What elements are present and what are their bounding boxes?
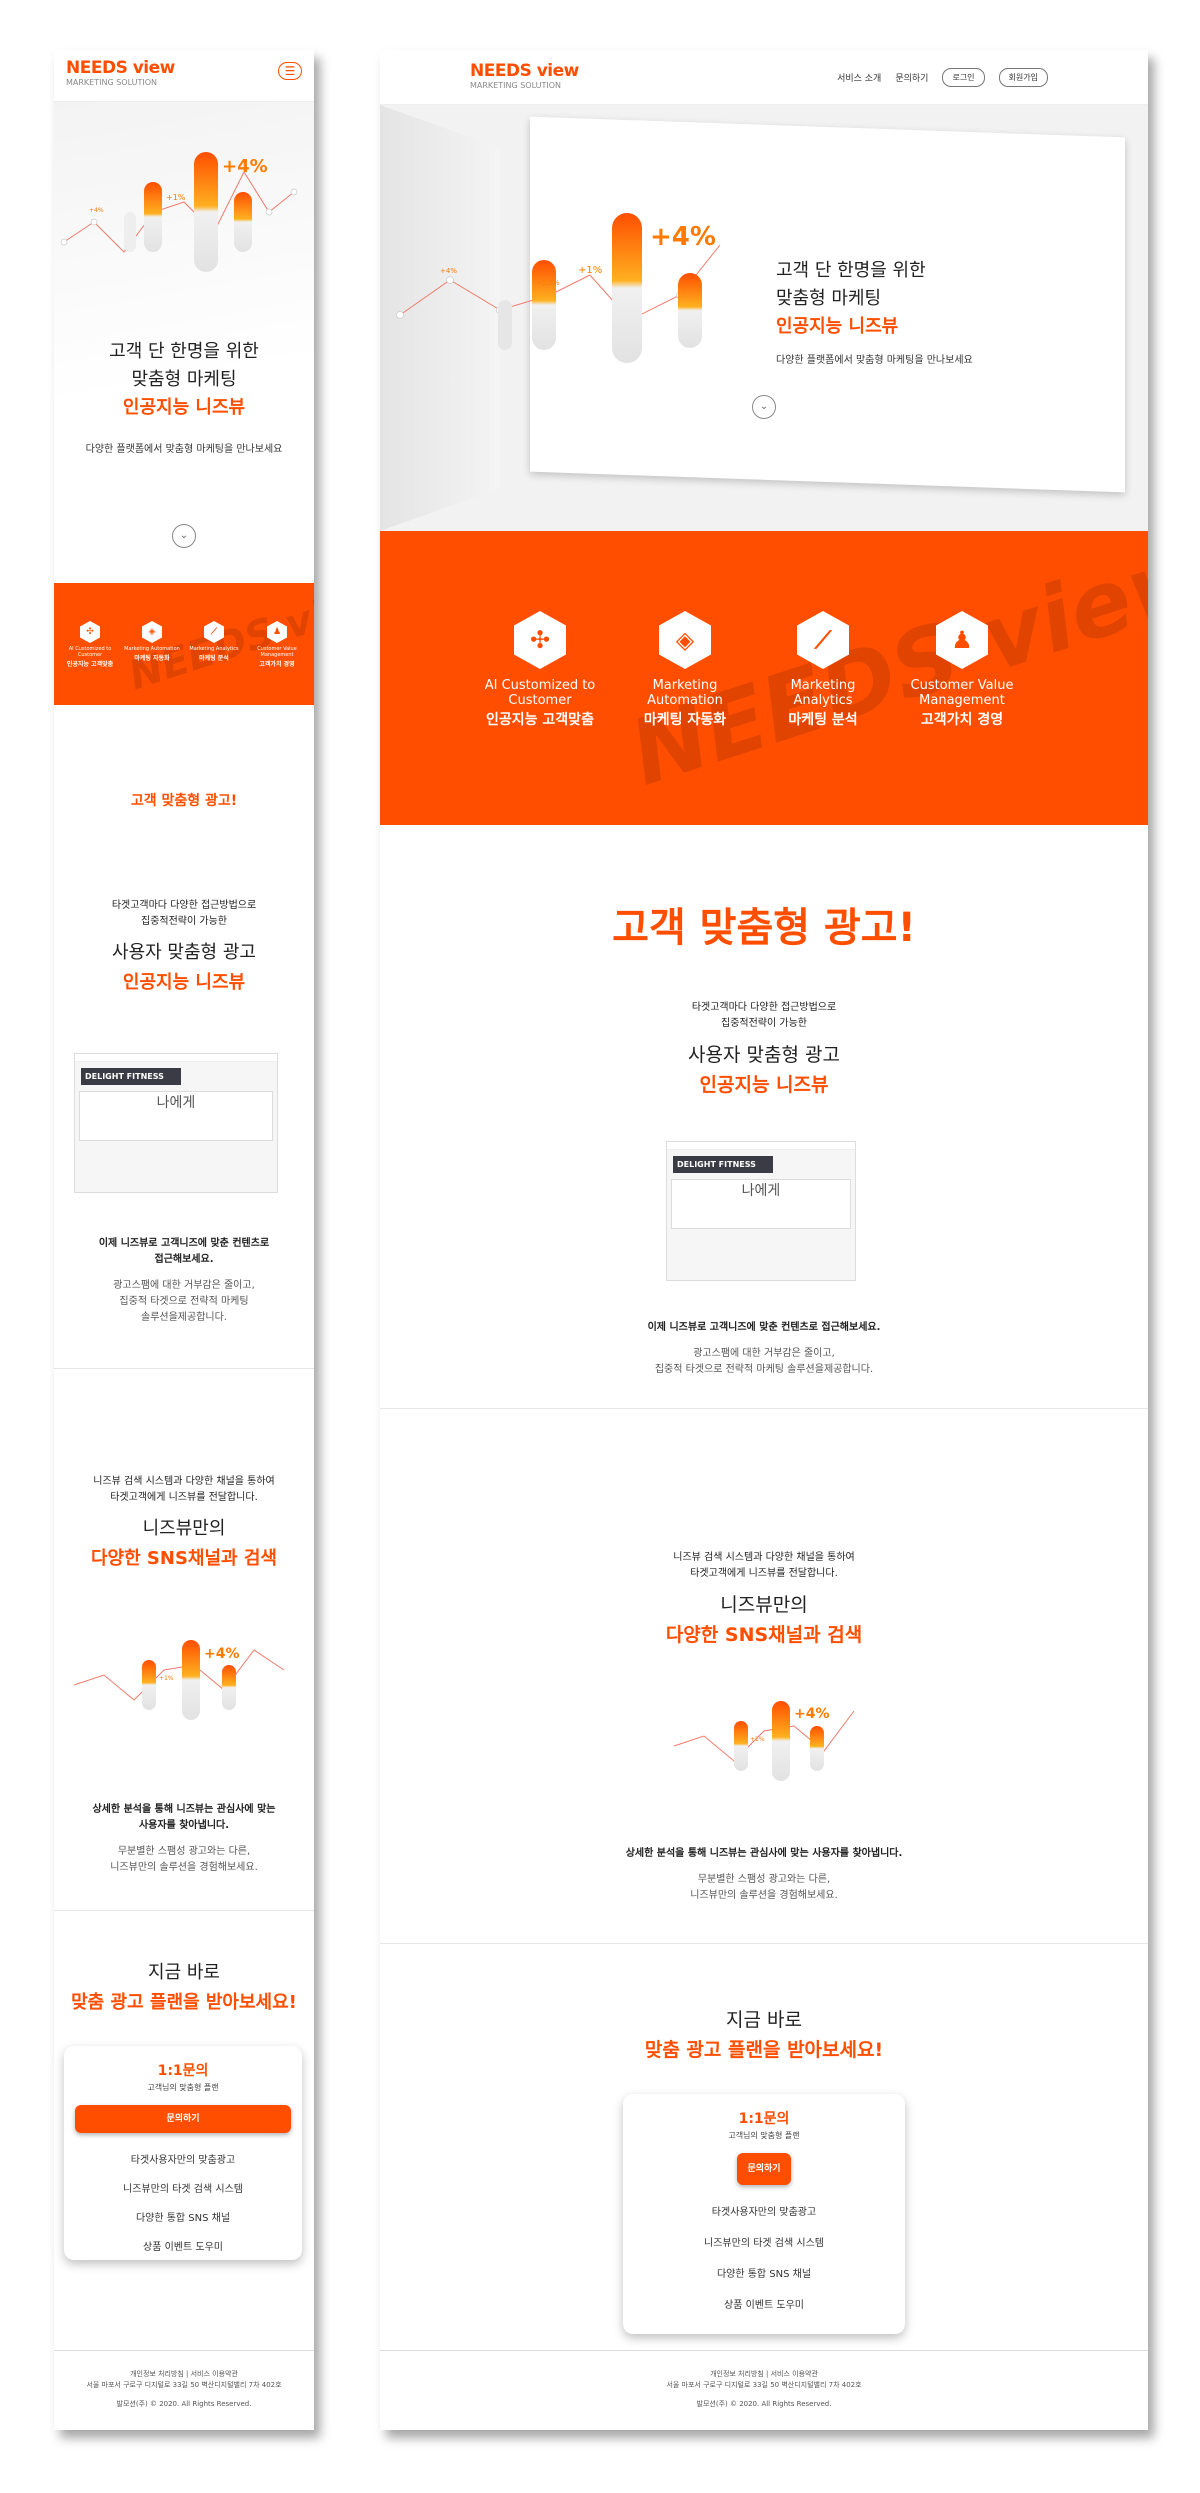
- inquiry-card: 1:1문의 고객님의 맞춤형 플랜 문의하기 타겟사용자만의 맞춤광고 니즈뷰만…: [64, 2046, 302, 2260]
- svg-text:+4%: +4%: [204, 1646, 240, 1662]
- sns-growth-graphic: +4% +1%: [73, 1640, 285, 1720]
- shopping-bag-icon: ◈: [659, 611, 711, 669]
- footer-links[interactable]: 개인정보 처리방침 | 서비스 이용약관: [54, 2369, 314, 2380]
- inquiry-button[interactable]: 문의하기: [75, 2105, 291, 2133]
- logo-tagline: MARKETING SOLUTION: [66, 78, 158, 87]
- list-item: 타겟사용자만의 맞춤광고: [130, 2155, 236, 2166]
- customer-value-icon: ♟: [936, 611, 988, 669]
- nav-contact[interactable]: 문의하기: [895, 71, 928, 84]
- desktop-header: NEEDS view MARKETING SOLUTION 서비스 소개 문의하기…: [380, 50, 1148, 105]
- svg-text:+1%: +1%: [159, 1675, 174, 1682]
- list-item: 니즈뷰만의 타겟 검색 시스템: [704, 2238, 824, 2249]
- footer-links[interactable]: 개인정보 처리방침 | 서비스 이용약관: [380, 2369, 1148, 2380]
- divider: [380, 1943, 1148, 1944]
- menu-icon[interactable]: ☰: [278, 62, 302, 80]
- divider: [54, 1368, 314, 1369]
- list-item: 상품 이벤트 도우미: [143, 2242, 223, 2253]
- section1-heading: 고객 맞춤형 광고!: [612, 905, 916, 951]
- list-item: 상품 이벤트 도우미: [724, 2300, 804, 2311]
- ad-mockup-image: DELIGHT FITNESS 나에게: [74, 1053, 278, 1193]
- feature-4: ♟ Customer Value Management 고객가치 경영: [246, 621, 308, 668]
- inquiry-card: 1:1문의 고객님의 맞춤형 플랜 문의하기 타겟사용자만의 맞춤광고 니즈뷰만…: [623, 2094, 905, 2334]
- list-item: 다양한 통합 SNS 채널: [716, 2269, 812, 2280]
- section2-desc: 상세한 분석을 통해 니즈뷰는 관심사에 맞는 사용자를 찾아냅니다. 무분별한…: [625, 1848, 903, 1901]
- login-button[interactable]: 로그인: [942, 68, 985, 87]
- svg-text:+4%: +4%: [440, 267, 457, 275]
- shopping-bag-icon: ◈: [142, 621, 162, 643]
- section2-intro: 니즈뷰 검색 시스템과 다양한 채널을 통하여 타겟고객에게 니즈뷰를 전달합니…: [665, 1552, 863, 1646]
- sns-growth-graphic: +4% +1%: [673, 1701, 855, 1781]
- customer-value-icon: ♟: [267, 621, 287, 643]
- svg-text:+1%: +1%: [578, 265, 602, 276]
- nav-about[interactable]: 서비스 소개: [837, 71, 881, 84]
- footer: 개인정보 처리방침 | 서비스 이용약관 서울 마포서 구로구 디지털로 33길…: [54, 2350, 314, 2410]
- section1-intro: 타겟고객마다 다양한 접근방법으로 집중적전략이 가능한 사용자 맞춤형 광고 …: [111, 900, 257, 993]
- divider: [380, 1408, 1148, 1409]
- hero-subtitle: 다양한 플랫폼에서 맞춤형 마케팅을 만나보세요: [85, 444, 283, 455]
- svg-text:+1%: +1%: [166, 193, 186, 202]
- mobile-header: NEEDS view MARKETING SOLUTION ☰: [54, 50, 314, 102]
- cta-heading: 지금 바로 맞춤 광고 플랜을 받아보세요!: [71, 1962, 297, 2013]
- scroll-down-icon[interactable]: ⌄: [172, 524, 196, 548]
- hero-percent: +4%: [222, 156, 268, 177]
- features-band: NEEDS view ✣ AI Customized to Customer 인…: [54, 583, 314, 705]
- hero-percent: +4%: [650, 222, 716, 252]
- analytics-bag-icon: ⟋: [204, 621, 224, 643]
- footer-address: 서울 마포서 구로구 디지털로 33길 50 벽산디지털밸리 7차 402호: [86, 2381, 282, 2389]
- list-item: 다양한 통합 SNS 채널: [135, 2213, 231, 2224]
- list-item: 니즈뷰만의 타겟 검색 시스템: [123, 2184, 243, 2195]
- top-nav: 서비스 소개 문의하기 로그인 회원가입: [837, 68, 1048, 87]
- svg-text:+1%: +1%: [750, 1736, 765, 1743]
- feature-1: ✣ AI Customized to Customer 인공지능 고객맞춤: [60, 621, 120, 668]
- section1-desc: 이제 니즈뷰로 고객니즈에 맞춘 컨텐츠로 접근해보세요. 광고스팸에 대한 거…: [647, 1322, 881, 1375]
- hero-section: +4% +1% +4% 고객 단 한명을 위한 맞춤형 마케팅 인공지능 니즈뷰…: [54, 102, 314, 562]
- feature-2: ◈ Marketing Automation 마케팅 자동화: [630, 611, 740, 729]
- footer: 개인정보 처리방침 | 서비스 이용약관 서울 마포서 구로구 디지털로 33길…: [380, 2350, 1148, 2410]
- svg-text:+4%: +4%: [794, 1706, 830, 1722]
- feature-1: ✣ AI Customized to Customer 인공지능 고객맞춤: [480, 611, 600, 729]
- logo[interactable]: NEEDS view MARKETING SOLUTION: [470, 61, 579, 90]
- section1-desc: 이제 니즈뷰로 고객니즈에 맞춘 컨텐츠로 접근해보세요. 광고스팸에 대한 거…: [98, 1238, 270, 1323]
- hero-title: 고객 단 한명을 위한 맞춤형 마케팅 인공지능 니즈뷰: [109, 341, 259, 418]
- footer-copyright: 발모션(주) © 2020. All Rights Reserved.: [696, 2400, 832, 2408]
- svg-text:+4%: +4%: [89, 207, 104, 214]
- footer-copyright: 발모션(주) © 2020. All Rights Reserved.: [116, 2400, 252, 2408]
- signup-button[interactable]: 회원가입: [998, 68, 1048, 87]
- logo[interactable]: NEEDS view MARKETING SOLUTION: [66, 58, 175, 87]
- hero-section: +4% +1% +1.5% +4% 고객 단 한명을 위한 맞춤형 마케팅 인공…: [380, 105, 1148, 531]
- benefit-list: 타겟사용자만의 맞춤광고 니즈뷰만의 타겟 검색 시스템 다양한 통합 SNS …: [623, 2203, 905, 2311]
- section2-intro: 니즈뷰 검색 시스템과 다양한 채널을 통하여 타겟고객에게 니즈뷰를 전달합니…: [90, 1476, 277, 1569]
- scroll-down-icon[interactable]: ⌄: [752, 395, 776, 419]
- ad-mockup-image: DELIGHT FITNESS 나에게: [666, 1141, 856, 1281]
- svg-text:+1.5%: +1.5%: [536, 279, 560, 287]
- cta-heading: 지금 바로 맞춤 광고 플랜을 받아보세요!: [644, 2009, 884, 2061]
- benefit-list: 타겟사용자만의 맞춤광고 니즈뷰만의 타겟 검색 시스템 다양한 통합 SNS …: [64, 2151, 302, 2253]
- divider: [54, 1910, 314, 1911]
- feature-3: ⟋ Marketing Analytics 마케팅 분석: [768, 611, 878, 729]
- features-band: NEEDS view ✣ AI Customized to Customer 인…: [380, 531, 1148, 825]
- ai-brain-icon: ✣: [514, 611, 566, 669]
- list-item: 타겟사용자만의 맞춤광고: [711, 2207, 817, 2218]
- hero-graphic: +4% +1% +4%: [60, 152, 298, 272]
- section1-heading: 고객 맞춤형 광고!: [130, 793, 238, 809]
- feature-3: ⟋ Marketing Analytics 마케팅 분석: [184, 621, 244, 662]
- hero-title: 고객 단 한명을 위한 맞춤형 마케팅 인공지능 니즈뷰 다양한 플랫폼에서 맞…: [776, 257, 1036, 366]
- hero-graphic: +4% +1% +1.5% +4%: [396, 213, 721, 363]
- inquiry-button[interactable]: 문의하기: [737, 2153, 791, 2185]
- hero-subtitle: 다양한 플랫폼에서 맞춤형 마케팅을 만나보세요: [776, 355, 973, 366]
- feature-4: ♟ Customer Value Management 고객가치 경영: [902, 611, 1022, 729]
- analytics-bag-icon: ⟋: [797, 611, 849, 669]
- section2-desc: 상세한 분석을 통해 니즈뷰는 관심사에 맞는 사용자를 찾아냅니다. 무분별한…: [92, 1804, 276, 1873]
- logo-tagline: MARKETING SOLUTION: [470, 81, 562, 90]
- feature-2: ◈ Marketing Automation 마케팅 자동화: [122, 621, 182, 662]
- mobile-page: NEEDS view MARKETING SOLUTION ☰ +4% +1% +…: [54, 50, 314, 2430]
- ai-brain-icon: ✣: [80, 621, 100, 643]
- section1-intro: 타겟고객마다 다양한 접근방법으로 집중적전략이 가능한 사용자 맞춤형 광고 …: [688, 1002, 840, 1096]
- desktop-page: NEEDS view MARKETING SOLUTION 서비스 소개 문의하기…: [380, 50, 1148, 2430]
- footer-address: 서울 마포서 구로구 디지털로 33길 50 벽산디지털밸리 7차 402호: [666, 2381, 862, 2389]
